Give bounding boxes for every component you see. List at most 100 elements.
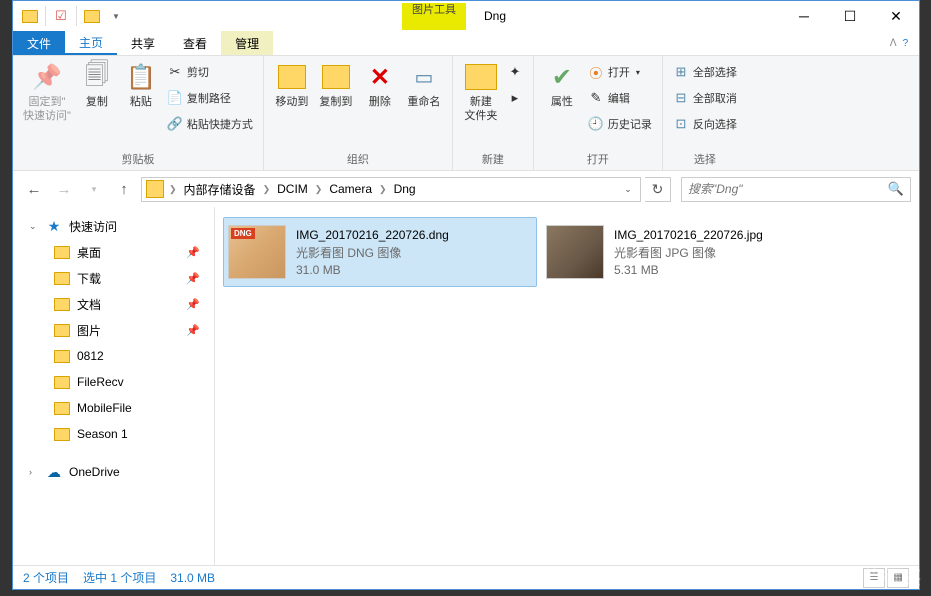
folder-icon[interactable]	[19, 5, 41, 27]
new-folder-label: 新建 文件夹	[464, 95, 497, 123]
file-pane[interactable]: DNG IMG_20170216_220726.dng 光影看图 DNG 图像 …	[215, 207, 919, 565]
up-button[interactable]: ↑	[111, 176, 137, 202]
search-box[interactable]: 🔍	[681, 177, 911, 202]
new-item-button[interactable]: ✦	[503, 59, 527, 85]
sidebar-item[interactable]: 文档📌	[13, 291, 214, 317]
select-none-button[interactable]: ⊟全部取消	[669, 85, 741, 111]
sidebar-item-label: FileRecv	[77, 375, 124, 389]
pin-icon: 📌	[31, 61, 63, 93]
forward-button[interactable]: →	[51, 176, 77, 202]
move-to-button[interactable]: 移动到	[270, 59, 314, 111]
sidebar-item[interactable]: Season 1	[13, 421, 214, 447]
invert-selection-button[interactable]: ⊡反向选择	[669, 111, 741, 137]
search-icon[interactable]: 🔍	[888, 181, 904, 197]
address-dropdown[interactable]: ⌄	[618, 184, 638, 195]
scissors-icon: ✂	[167, 64, 183, 80]
properties-icon: ✔	[546, 61, 578, 93]
pin-icon: 📌	[186, 246, 200, 259]
sidebar-item[interactable]: 0812	[13, 343, 214, 369]
sidebar-item-label: 图片	[77, 322, 101, 339]
status-bar: 2 个项目 选中 1 个项目 31.0 MB ☰ ▦	[13, 565, 919, 589]
sidebar-item[interactable]: MobileFile	[13, 395, 214, 421]
paste-shortcut-button[interactable]: 🔗粘贴快捷方式	[163, 111, 257, 137]
minimize-button[interactable]: ─	[781, 1, 827, 31]
expand-icon[interactable]: ⌄	[29, 221, 39, 232]
tab-share[interactable]: 共享	[117, 31, 169, 55]
history-button[interactable]: 🕘历史记录	[584, 111, 656, 137]
new-folder-icon[interactable]	[81, 5, 103, 27]
explorer-window: ☑ ▼ 图片工具 Dng ─ ☐ ✕ 文件 主页 共享 查看 管理 ᐱ ?	[12, 0, 920, 590]
easy-access-button[interactable]: ▸	[503, 85, 527, 111]
sidebar-item[interactable]: FileRecv	[13, 369, 214, 395]
tab-home[interactable]: 主页	[65, 31, 117, 55]
sidebar-item[interactable]: 桌面📌	[13, 239, 214, 265]
sidebar-quick-access[interactable]: ⌄ ★ 快速访问	[13, 213, 214, 239]
tab-file[interactable]: 文件	[13, 31, 65, 55]
chevron-right-icon[interactable]: ❯	[312, 184, 326, 195]
qat-dropdown-icon[interactable]: ▼	[105, 5, 127, 27]
invert-label: 反向选择	[693, 116, 737, 132]
file-name: IMG_20170216_220726.dng	[296, 228, 449, 242]
organize-group-label: 组织	[270, 149, 446, 170]
folder-icon	[53, 295, 71, 313]
pin-icon: 📌	[186, 324, 200, 337]
onedrive-label: OneDrive	[69, 465, 120, 479]
new-folder-button[interactable]: 新建 文件夹	[459, 59, 503, 125]
ribbon-tabs: 文件 主页 共享 查看 管理 ᐱ ?	[13, 31, 919, 56]
rename-button[interactable]: ▭ 重命名	[402, 59, 446, 111]
move-to-label: 移动到	[275, 95, 308, 109]
sidebar-item[interactable]: 下载📌	[13, 265, 214, 291]
tab-manage[interactable]: 管理	[221, 31, 273, 55]
chevron-right-icon[interactable]: ❯	[166, 184, 180, 195]
folder-icon	[53, 269, 71, 287]
folder-icon	[53, 425, 71, 443]
paste-button[interactable]: 📋 粘贴	[119, 59, 163, 111]
address-bar[interactable]: ❯ 内部存储设备 ❯ DCIM ❯ Camera ❯ Dng ⌄	[141, 177, 641, 202]
close-button[interactable]: ✕	[873, 1, 919, 31]
expand-icon[interactable]: ›	[29, 467, 39, 477]
search-input[interactable]	[688, 182, 888, 196]
tab-view[interactable]: 查看	[169, 31, 221, 55]
file-item[interactable]: DNG IMG_20170216_220726.dng 光影看图 DNG 图像 …	[223, 217, 537, 287]
sidebar-onedrive[interactable]: › ☁ OneDrive	[13, 459, 214, 485]
breadcrumb-seg[interactable]: 内部存储设备	[180, 181, 260, 198]
select-all-button[interactable]: ⊞全部选择	[669, 59, 741, 85]
tool-tab-label: 图片工具	[412, 4, 456, 17]
delete-button[interactable]: ✕ 删除	[358, 59, 402, 111]
folder-icon	[53, 347, 71, 365]
properties-icon[interactable]: ☑	[50, 5, 72, 27]
chevron-right-icon[interactable]: ❯	[260, 184, 274, 195]
pin-quick-access-button[interactable]: 📌 固定到" 快速访问"	[19, 59, 75, 125]
edit-button[interactable]: ✎编辑	[584, 85, 656, 111]
breadcrumb-seg[interactable]: DCIM	[273, 182, 312, 196]
copy-path-button[interactable]: 📄复制路径	[163, 85, 257, 111]
copy-button[interactable]: 🗐 复制	[75, 59, 119, 111]
ribbon-collapse-button[interactable]: ᐱ ?	[879, 31, 919, 55]
file-size: 5.31 MB	[614, 263, 763, 277]
delete-icon: ✕	[364, 61, 396, 93]
properties-button[interactable]: ✔ 属性	[540, 59, 584, 111]
chevron-right-icon[interactable]: ❯	[376, 184, 390, 195]
back-button[interactable]: ←	[21, 176, 47, 202]
edit-label: 编辑	[608, 90, 630, 106]
cut-button[interactable]: ✂剪切	[163, 59, 257, 85]
maximize-button[interactable]: ☐	[827, 1, 873, 31]
breadcrumb-seg[interactable]: Dng	[390, 182, 420, 196]
refresh-button[interactable]: ↻	[645, 177, 671, 202]
paste-label: 粘贴	[130, 95, 152, 109]
copy-to-button[interactable]: 复制到	[314, 59, 358, 111]
file-item[interactable]: IMG_20170216_220726.jpg 光影看图 JPG 图像 5.31…	[541, 217, 855, 287]
recent-dropdown[interactable]: ▾	[81, 176, 107, 202]
folder-icon	[53, 373, 71, 391]
status-item-count: 2 个项目	[23, 569, 69, 586]
folder-icon	[53, 321, 71, 339]
folder-icon	[53, 243, 71, 261]
status-selected: 选中 1 个项目	[83, 569, 156, 586]
rename-icon: ▭	[408, 61, 440, 93]
delete-label: 删除	[369, 95, 391, 109]
breadcrumb-seg[interactable]: Camera	[325, 182, 376, 196]
sidebar-item[interactable]: 图片 📌	[13, 317, 214, 343]
open-button[interactable]: ⦿打开▾	[584, 59, 656, 85]
status-size: 31.0 MB	[170, 571, 215, 585]
select-none-icon: ⊟	[673, 90, 689, 106]
